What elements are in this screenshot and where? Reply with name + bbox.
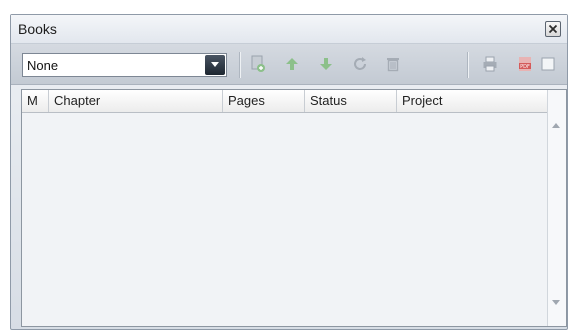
delete-icon (387, 58, 399, 72)
add-chapter-button[interactable] (249, 55, 267, 73)
close-button[interactable] (545, 21, 561, 37)
delete-button[interactable] (384, 55, 402, 73)
column-header-chapter[interactable]: Chapter (49, 90, 223, 112)
column-header-pages[interactable]: Pages (223, 90, 305, 112)
add-chapter-icon (251, 55, 265, 72)
title-bar: Books (11, 15, 567, 44)
option-checkbox[interactable] (539, 55, 557, 73)
move-down-icon (320, 58, 332, 70)
move-up-button[interactable] (283, 55, 301, 73)
toolbar: None PDF (11, 44, 567, 85)
table-header: M Chapter Pages Status Project (22, 90, 548, 113)
column-header-status[interactable]: Status (305, 90, 397, 112)
move-down-button[interactable] (317, 55, 335, 73)
column-header-m[interactable]: M (22, 90, 49, 112)
close-icon (548, 24, 558, 34)
book-select-dropdown-button[interactable] (205, 55, 225, 75)
refresh-button[interactable] (351, 55, 369, 73)
chevron-down-icon (211, 62, 219, 67)
panel-title: Books (18, 21, 57, 37)
book-select[interactable]: None (22, 53, 227, 77)
svg-text:PDF: PDF (520, 64, 530, 70)
checkbox-icon (541, 57, 555, 71)
toolbar-separator (239, 52, 240, 78)
print-icon (483, 56, 497, 72)
book-select-value: None (27, 58, 59, 73)
chapters-table[interactable]: M Chapter Pages Status Project (21, 89, 567, 327)
vertical-scrollbar[interactable] (547, 90, 566, 326)
toolbar-separator (467, 52, 468, 78)
export-pdf-button[interactable]: PDF (516, 55, 534, 73)
refresh-icon (354, 57, 366, 70)
move-up-icon (286, 58, 298, 70)
scroll-up-arrow-icon[interactable] (552, 123, 560, 128)
print-button[interactable] (481, 55, 499, 73)
pdf-icon: PDF (519, 57, 531, 71)
column-header-project[interactable]: Project (397, 90, 548, 112)
books-panel: Books None PDF M Chapter Pages Status Pr… (10, 14, 568, 330)
scroll-down-arrow-icon[interactable] (552, 300, 560, 305)
